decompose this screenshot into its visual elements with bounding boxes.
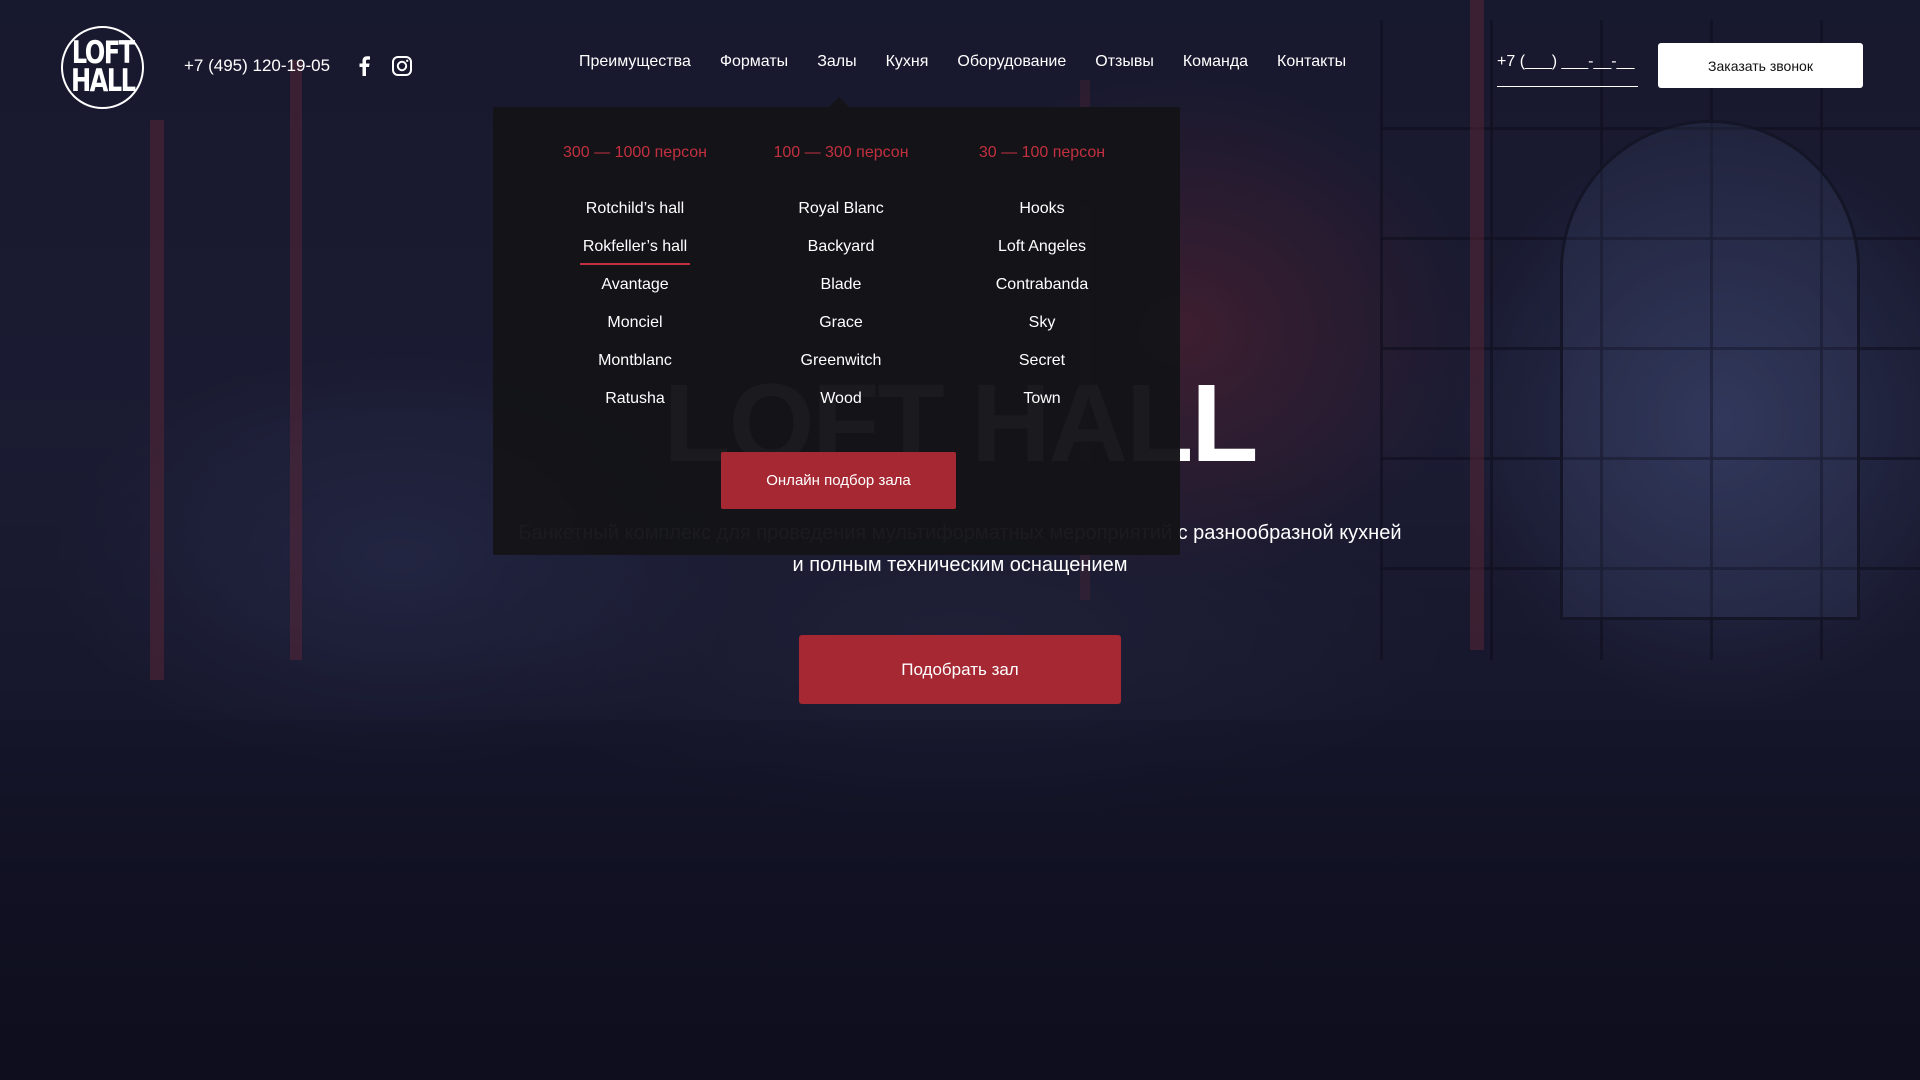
hall-link[interactable]: Royal Blanc — [741, 199, 941, 237]
hall-link[interactable]: Wood — [741, 389, 941, 427]
hall-link[interactable]: Sky — [942, 313, 1142, 351]
hall-link[interactable]: Avantage — [535, 275, 735, 313]
nav-cuisine[interactable]: Кухня — [886, 53, 929, 71]
facebook-icon[interactable] — [353, 55, 375, 77]
nav-team[interactable]: Команда — [1183, 53, 1248, 71]
hall-link[interactable]: Grace — [741, 313, 941, 351]
hall-link[interactable]: Rotchild’s hall — [535, 199, 735, 237]
order-call-button[interactable]: Заказать звонок — [1658, 43, 1863, 88]
logo[interactable]: LOFT HALL — [61, 26, 144, 109]
nav-formats[interactable]: Форматы — [720, 53, 788, 71]
header-phone[interactable]: +7 (495) 120-19-05 — [184, 56, 330, 76]
hall-link[interactable]: Contrabanda — [942, 275, 1142, 313]
hall-link[interactable]: Town — [942, 389, 1142, 427]
nav-advantages[interactable]: Преимущества — [579, 53, 691, 71]
instagram-icon[interactable] — [391, 55, 413, 77]
hall-link[interactable]: Loft Angeles — [942, 237, 1142, 275]
online-hall-selection-button[interactable]: Онлайн подбор зала — [721, 452, 956, 509]
column-heading: 30 — 100 персон — [978, 144, 1106, 161]
phone-input[interactable]: +7 (___) ___-__-__ — [1497, 53, 1638, 87]
find-hall-button[interactable]: Подобрать зал — [799, 635, 1121, 704]
hall-link[interactable]: Montblanc — [535, 351, 735, 389]
dropdown-column-large: 300 — 1000 персон Rotchild’s hall Rokfel… — [535, 144, 735, 427]
nav-reviews[interactable]: Отзывы — [1095, 53, 1154, 71]
hall-link[interactable]: Secret — [942, 351, 1142, 389]
nav-contacts[interactable]: Контакты — [1277, 53, 1346, 71]
hall-link-active[interactable]: Rokfeller’s hall — [535, 237, 735, 275]
nav-equipment[interactable]: Оборудование — [957, 53, 1066, 71]
nav-halls[interactable]: Залы — [817, 53, 856, 71]
dropdown-column-medium: 100 — 300 персон Royal Blanc Backyard Bl… — [741, 144, 941, 427]
halls-dropdown: 300 — 1000 персон Rotchild’s hall Rokfel… — [493, 97, 1180, 555]
hall-link[interactable]: Blade — [741, 275, 941, 313]
hall-link[interactable]: Backyard — [741, 237, 941, 275]
hall-link[interactable]: Ratusha — [535, 389, 735, 427]
hall-link[interactable]: Monciel — [535, 313, 735, 351]
column-heading: 100 — 300 персон — [773, 144, 909, 161]
hall-link[interactable]: Greenwitch — [741, 351, 941, 389]
logo-line2: HALL — [70, 62, 136, 99]
main-nav: Преимущества Форматы Залы Кухня Оборудов… — [579, 53, 1375, 71]
dropdown-column-small: 30 — 100 персон Hooks Loft Angeles Contr… — [942, 144, 1142, 427]
column-heading: 300 — 1000 персон — [563, 144, 707, 161]
hall-link[interactable]: Hooks — [942, 199, 1142, 237]
